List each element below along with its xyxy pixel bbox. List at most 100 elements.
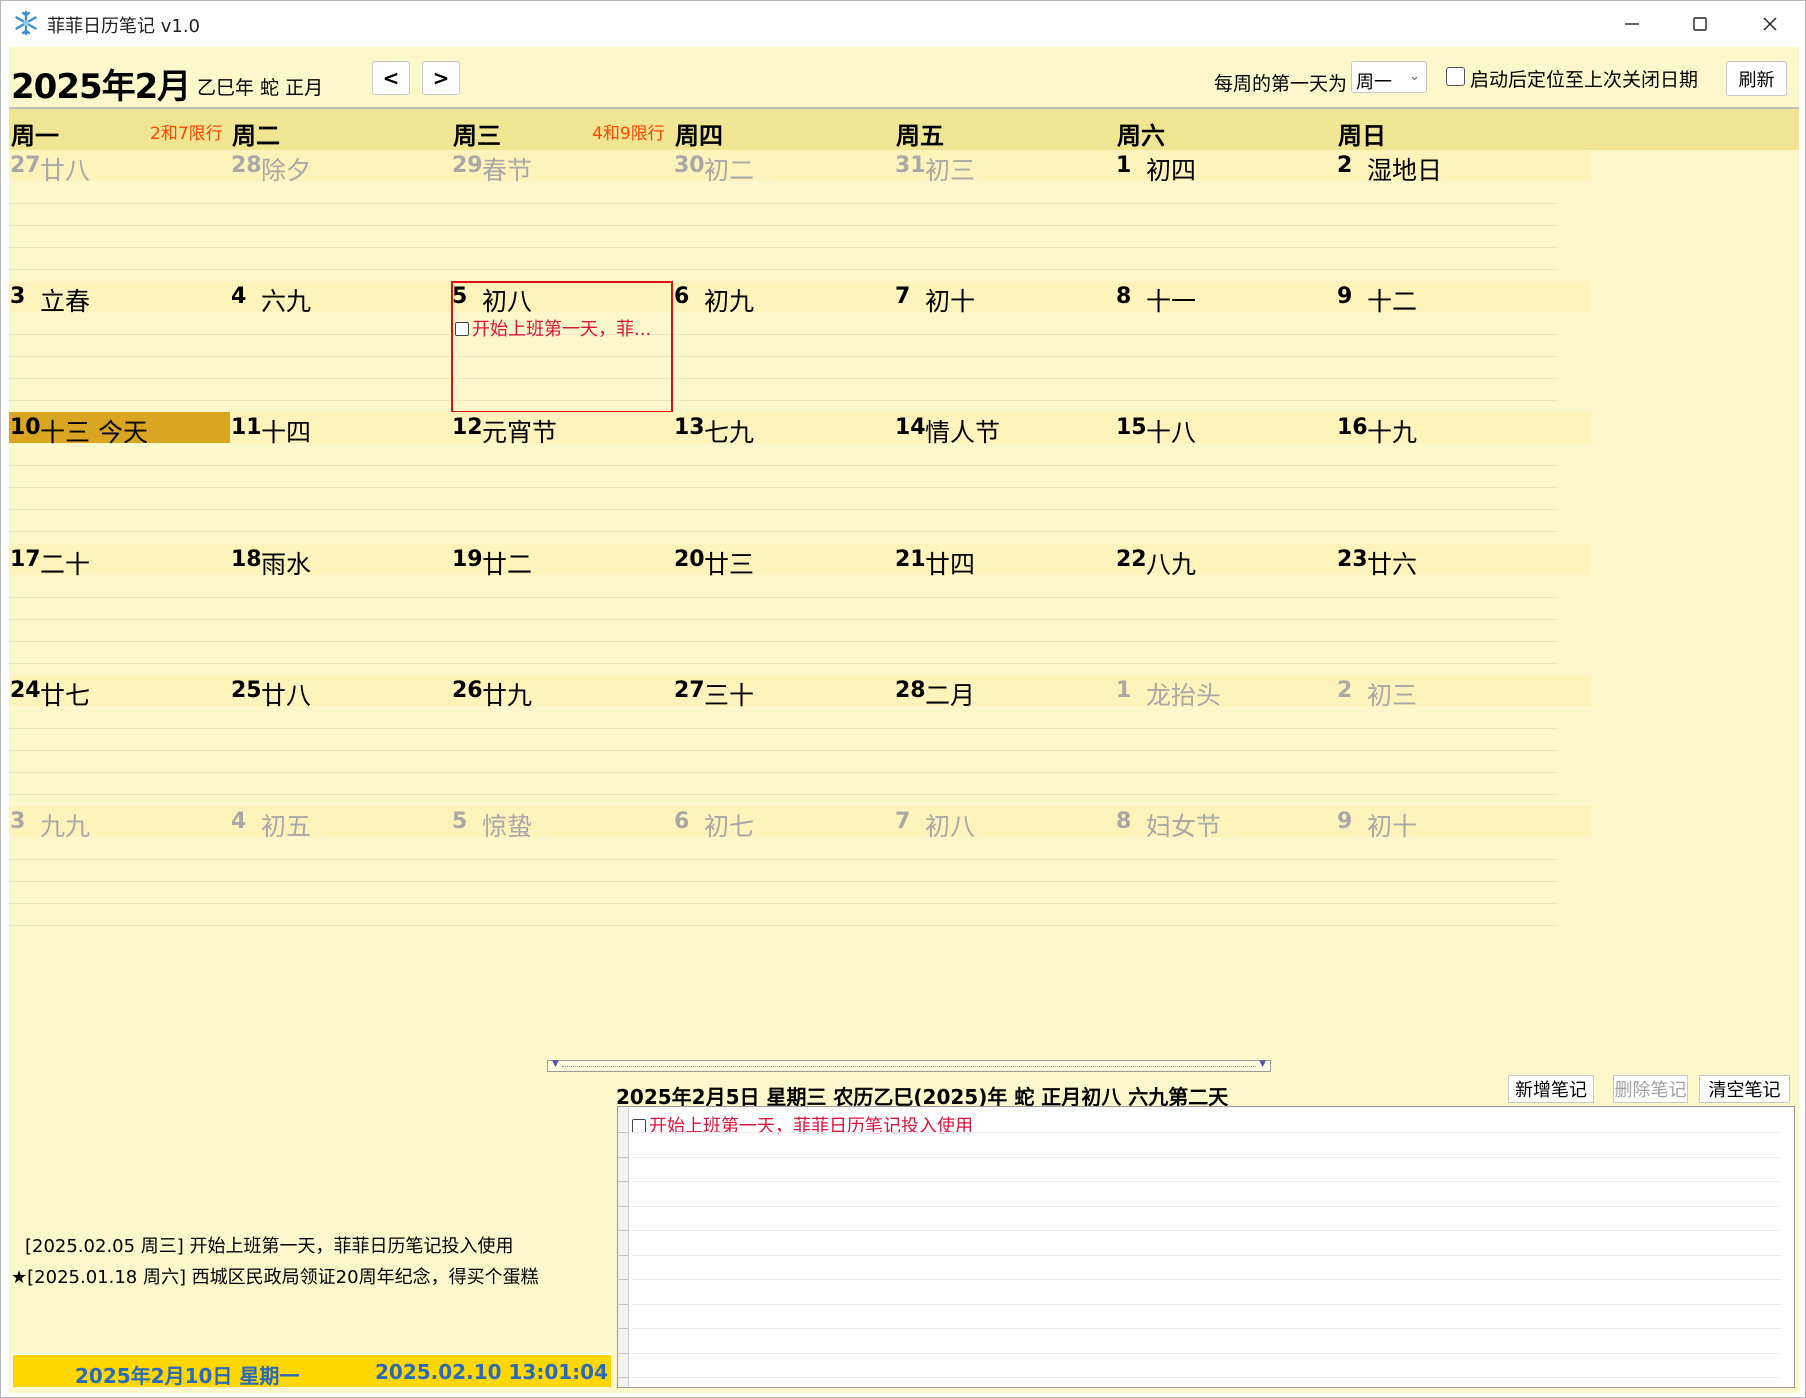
day-cell[interactable]: 8 妇女节 — [1115, 806, 1370, 957]
note-line — [230, 641, 452, 642]
day-cell[interactable]: 28 除夕 — [230, 150, 485, 301]
note-line — [9, 509, 231, 510]
day-cell[interactable]: 7 初八 — [894, 806, 1149, 957]
close-button[interactable] — [1735, 1, 1805, 47]
date-bar: 27 廿八 — [9, 150, 264, 185]
splitter-right-arrow-icon: ▼ — [1259, 1059, 1266, 1069]
prev-month-button[interactable]: < — [372, 61, 410, 95]
day-cell[interactable]: 26 廿九 — [451, 675, 706, 826]
refresh-button[interactable]: 刷新 — [1726, 61, 1787, 96]
day-cell[interactable]: 12 元宵节 — [451, 412, 706, 563]
note-line — [9, 597, 231, 598]
day-cell[interactable]: 2 湿地日 — [1336, 150, 1591, 301]
day-cell[interactable]: 6 初九 — [673, 281, 928, 432]
maximize-button[interactable] — [1665, 1, 1735, 47]
reminder-list: [2025.02.05 周三] 开始上班第一天，菲菲日历笔记投入使用 ★[202… — [11, 1231, 539, 1293]
lunar-label: 初九 — [704, 287, 755, 316]
note-line — [230, 531, 452, 532]
pane-splitter[interactable]: ▼ ▼ — [547, 1059, 1271, 1072]
note-line — [1115, 378, 1337, 379]
editor-note-text[interactable]: 开始上班第一天，菲菲日历笔记投入使用 — [649, 1116, 973, 1137]
day-cell[interactable]: 29 春节 — [451, 150, 706, 301]
date-bar: 20 廿三 — [673, 544, 928, 579]
day-cell[interactable]: 8 十一 — [1115, 281, 1370, 432]
day-cell[interactable]: 13 七九 — [673, 412, 928, 563]
day-cell[interactable]: 14 情人节 — [894, 412, 1149, 563]
note-line — [894, 531, 1116, 532]
day-cell[interactable]: 28 二月 — [894, 675, 1149, 826]
lunar-label: 九九 — [40, 812, 91, 841]
note-line — [894, 269, 1116, 270]
note-line — [673, 334, 895, 335]
note-line — [673, 203, 895, 204]
day-cell[interactable]: 19 廿二 — [451, 544, 706, 695]
gutter-line — [618, 1132, 629, 1133]
note-line — [1115, 269, 1337, 270]
day-cell[interactable]: 2 初三 — [1336, 675, 1591, 826]
note-line — [1115, 597, 1337, 598]
day-cell[interactable]: 4 初五 — [230, 806, 485, 957]
day-cell[interactable]: 31 初三 — [894, 150, 1149, 301]
note-line — [451, 641, 673, 642]
note-editor[interactable]: 开始上班第一天，菲菲日历笔记投入使用 — [617, 1106, 1795, 1388]
note-line — [1115, 225, 1337, 226]
day-cell[interactable]: 5 惊蛰 — [451, 806, 706, 957]
day-cell[interactable]: 3 立春 — [9, 281, 264, 432]
minimize-button[interactable] — [1597, 1, 1667, 47]
day-cell[interactable]: 27 廿八 — [9, 150, 264, 301]
day-cell[interactable]: 7 初十 — [894, 281, 1149, 432]
lunar-label: 廿七 — [40, 681, 91, 710]
date-bar: 18 雨水 — [230, 544, 485, 579]
note-line — [894, 663, 1116, 664]
day-number: 19 — [452, 547, 483, 572]
note-line — [1336, 772, 1558, 773]
lunar-label: 除夕 — [261, 156, 312, 185]
lunar-label: 十二 — [1367, 287, 1418, 316]
gutter-line — [618, 1328, 629, 1329]
day-cell[interactable]: 23 廿六 — [1336, 544, 1591, 695]
reminder-item[interactable]: [2025.02.05 周三] 开始上班第一天，菲菲日历笔记投入使用 — [11, 1231, 539, 1262]
day-cell[interactable]: 21 廿四 — [894, 544, 1149, 695]
date-bar: 2 湿地日 — [1336, 150, 1591, 185]
delete-note-button[interactable]: 删除笔记 — [1613, 1075, 1688, 1103]
note-line — [451, 465, 673, 466]
day-cell[interactable]: 18 雨水 — [230, 544, 485, 695]
day-cell[interactable]: 30 初二 — [673, 150, 928, 301]
day-cell[interactable]: 11 十四 — [230, 412, 485, 563]
day-cell[interactable]: 1 龙抬头 — [1115, 675, 1370, 826]
lunar-label: 春节 — [482, 156, 533, 185]
clear-notes-button[interactable]: 清空笔记 — [1699, 1075, 1790, 1103]
day-cell[interactable]: 15 十八 — [1115, 412, 1370, 563]
lunar-label: 初七 — [704, 812, 755, 841]
day-cell[interactable]: 17 二十 — [9, 544, 264, 695]
day-cell[interactable]: 9 十二 — [1336, 281, 1591, 432]
restore-date-checkbox[interactable] — [1446, 67, 1465, 86]
note-checkbox[interactable] — [632, 1119, 646, 1133]
note-line — [230, 619, 452, 620]
day-cell[interactable]: 1 初四 — [1115, 150, 1370, 301]
day-cell[interactable]: 5 初八 开始上班第一天，菲... — [451, 281, 706, 432]
day-cell[interactable]: 3 九九 — [9, 806, 264, 957]
date-bar: 6 初七 — [673, 806, 928, 841]
restore-date-label[interactable]: 启动后定位至上次关闭日期 — [1470, 65, 1698, 92]
day-cell[interactable]: 20 廿三 — [673, 544, 928, 695]
note-line — [894, 597, 1116, 598]
day-cell[interactable]: 22 八九 — [1115, 544, 1370, 695]
day-cell[interactable]: 16 十九 — [1336, 412, 1591, 563]
day-cell[interactable]: 9 初十 — [1336, 806, 1591, 957]
day-cell[interactable]: 4 六九 — [230, 281, 485, 432]
note-line — [1115, 881, 1337, 882]
day-cell[interactable]: 24 廿七 — [9, 675, 264, 826]
lunar-label: 初八 — [925, 812, 976, 841]
day-cell[interactable]: 6 初七 — [673, 806, 928, 957]
day-cell-today[interactable]: 10 十三 今天 — [9, 412, 264, 563]
day-cell[interactable]: 25 廿八 — [230, 675, 485, 826]
reminder-item-starred[interactable]: ★[2025.01.18 周六] 西城区民政局领证20周年纪念，得买个蛋糕 — [11, 1262, 539, 1293]
day-cell[interactable]: 27 三十 — [673, 675, 928, 826]
date-bar: 4 六九 — [230, 281, 485, 316]
note-line — [894, 378, 1116, 379]
editor-note-item[interactable]: 开始上班第一天，菲菲日历笔记投入使用 — [632, 1112, 973, 1138]
next-month-button[interactable]: > — [422, 61, 460, 95]
week-start-select[interactable]: 周一 ⌄ — [1351, 61, 1427, 93]
add-note-button[interactable]: 新增笔记 — [1508, 1075, 1594, 1103]
